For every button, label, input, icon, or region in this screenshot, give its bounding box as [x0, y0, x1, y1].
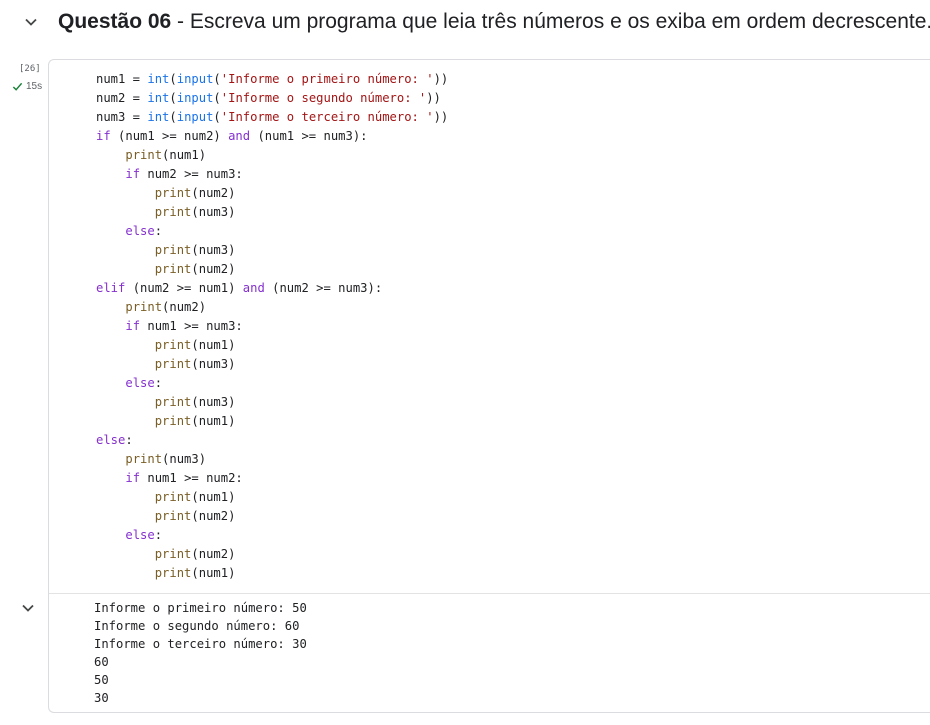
execution-time: 15s	[26, 81, 43, 92]
code-line: print(num2)	[154, 262, 236, 276]
execution-status: 15s	[12, 81, 42, 92]
cell-output: Informe o primeiro número: 50 Informe o …	[94, 600, 307, 707]
code-line: print(num2)	[154, 547, 236, 561]
question-label: Questão 06	[58, 10, 172, 33]
section-title: Questão 06 - Escreva um programa que lei…	[58, 10, 930, 34]
output-line: 60	[94, 654, 109, 669]
output-line: Informe o primeiro número: 50	[94, 601, 307, 615]
code-line: if num2 >= num3:	[125, 167, 243, 181]
code-editor[interactable]: num1 = int(input('Informe o primeiro núm…	[96, 70, 448, 583]
code-line: print(num2)	[154, 509, 236, 523]
code-line: print(num1)	[154, 414, 236, 428]
code-line: else:	[125, 376, 163, 390]
output-line: 50	[94, 672, 109, 687]
output-line: Informe o segundo número: 60	[94, 618, 300, 633]
code-line: num2 = int(input('Informe o segundo núme…	[96, 91, 441, 105]
code-line: num1 = int(input('Informe o primeiro núm…	[96, 72, 449, 86]
question-text: - Escreva um programa que leia três núme…	[171, 10, 930, 33]
code-line: elif (num2 >= num1) and (num2 >= num3):	[96, 281, 383, 295]
check-icon	[12, 82, 23, 91]
output-line: Informe o terceiro número: 30	[94, 636, 307, 651]
code-line: print(num2)	[125, 300, 207, 314]
section-heading: Questão 06 - Escreva um programa que lei…	[22, 6, 930, 38]
code-line: print(num2)	[154, 186, 236, 200]
code-line: else:	[125, 528, 163, 542]
output-line: 30	[94, 690, 109, 705]
code-line: print(num1)	[154, 566, 236, 580]
code-line: else:	[125, 224, 163, 238]
code-line: print(num1)	[154, 490, 236, 504]
code-line: if num1 >= num2:	[125, 471, 243, 485]
chevron-down-icon[interactable]	[22, 13, 40, 31]
code-line: else:	[96, 433, 133, 447]
code-line: print(num3)	[154, 205, 236, 219]
code-line: print(num3)	[125, 452, 207, 466]
code-line: num3 = int(input('Informe o terceiro núm…	[96, 110, 449, 124]
code-line: print(num1)	[125, 148, 207, 162]
execution-count: [26]	[19, 64, 41, 74]
code-line: if num1 >= num3:	[125, 319, 243, 333]
output-toggle-icon[interactable]	[19, 599, 37, 617]
code-line: print(num1)	[154, 338, 236, 352]
output-divider	[49, 593, 930, 594]
code-line: print(num3)	[154, 395, 236, 409]
code-line: if (num1 >= num2) and (num1 >= num3):	[96, 129, 368, 143]
code-line: print(num3)	[154, 357, 236, 371]
code-line: print(num3)	[154, 243, 236, 257]
